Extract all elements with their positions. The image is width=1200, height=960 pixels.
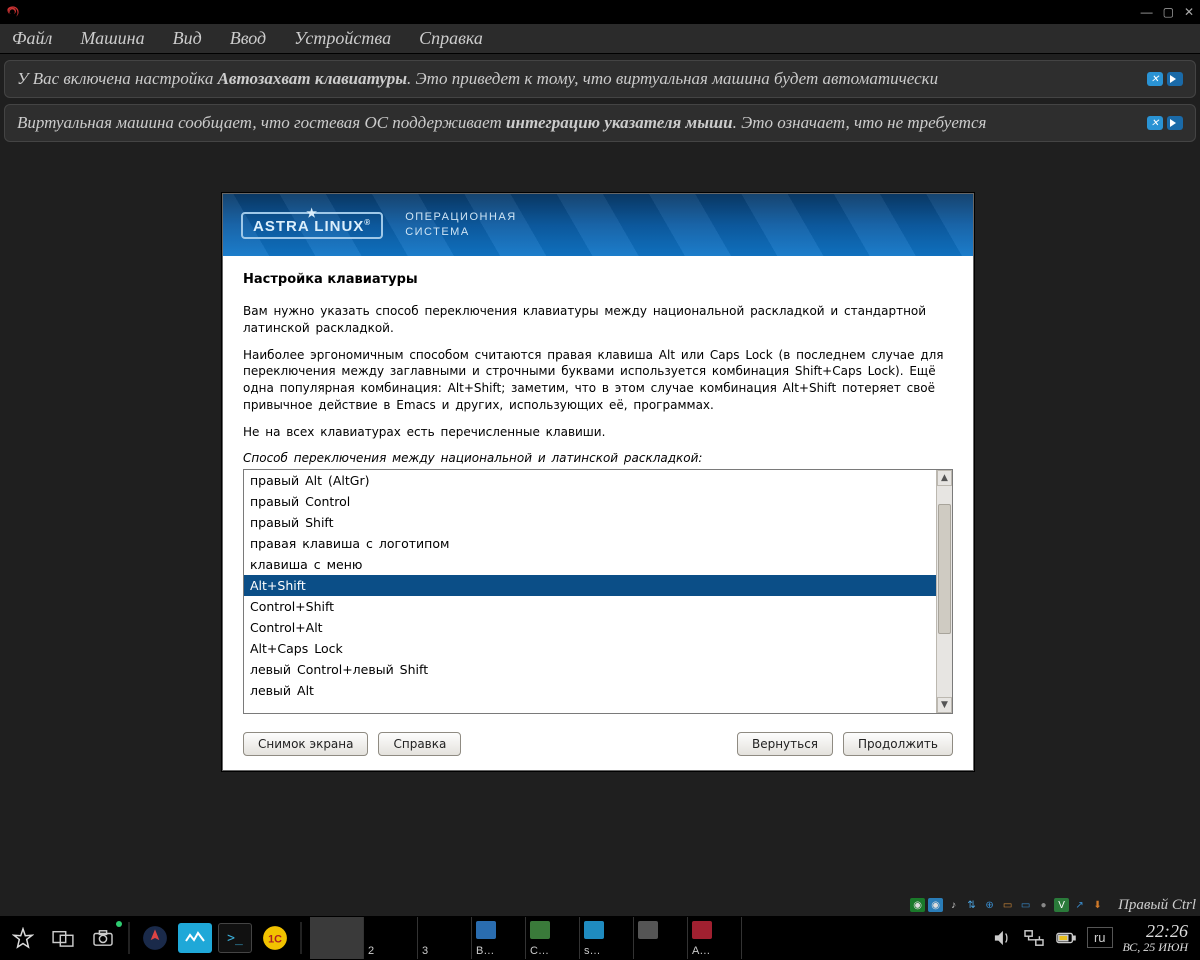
taskbar-task[interactable]: 3 xyxy=(418,917,472,959)
debian-icon xyxy=(6,5,20,19)
volume-icon[interactable] xyxy=(991,928,1013,948)
taskbar-task[interactable] xyxy=(634,917,688,959)
list-item[interactable]: Alt+Caps Lock xyxy=(244,638,936,659)
terminal-icon[interactable]: >_ xyxy=(218,923,252,953)
status-cpu-icon: V xyxy=(1054,898,1069,912)
menu-view[interactable]: Вид xyxy=(173,28,202,49)
layout-switch-listbox[interactable]: правый Alt (AltGr)правый Controlправый S… xyxy=(243,469,953,714)
astra-linux-logo: ★ ASTRA LINUX® xyxy=(241,212,383,239)
status-shared-folders-icon: ▭ xyxy=(1000,898,1015,912)
status-keyboard-icon: ⬇ xyxy=(1090,898,1105,912)
list-item[interactable]: левый Control+левый Shift xyxy=(244,659,936,680)
list-item[interactable]: Control+Shift xyxy=(244,596,936,617)
scrollbar[interactable]: ▲ ▼ xyxy=(936,470,952,713)
list-item[interactable]: правый Alt (AltGr) xyxy=(244,470,936,491)
taskbar-task[interactable]: s… xyxy=(580,917,634,959)
taskbar-task[interactable]: C… xyxy=(526,917,580,959)
notification-mouse-integration: Виртуальная машина сообщает, что гостева… xyxy=(4,104,1196,142)
clock[interactable]: 22:26 ВС, 25 ИЮН xyxy=(1123,922,1195,955)
installer-paragraph: Не на всех клавиатурах есть перечисленны… xyxy=(243,424,953,441)
installer-prompt: Способ переключения между национальной и… xyxy=(243,451,953,465)
taskbar-task[interactable] xyxy=(310,917,364,959)
monitor-icon[interactable] xyxy=(178,923,212,953)
status-hdd-icon: ◉ xyxy=(910,898,925,912)
network-tray-icon[interactable] xyxy=(1023,928,1045,948)
menu-machine[interactable]: Машина xyxy=(80,28,144,49)
status-audio-icon: ♪ xyxy=(946,898,961,912)
continue-button[interactable]: Продолжить xyxy=(843,732,953,756)
camera-icon[interactable] xyxy=(86,923,120,953)
installer-window: ★ ASTRA LINUX® ОПЕРАЦИОННАЯ СИСТЕМА Наст… xyxy=(222,193,974,771)
start-menu-icon[interactable] xyxy=(6,923,40,953)
host-key-indicator: Правый Ctrl xyxy=(1118,897,1196,914)
banner-expand-icon[interactable] xyxy=(1167,116,1183,130)
menu-devices[interactable]: Устройства xyxy=(294,28,391,49)
menu-input[interactable]: Ввод xyxy=(230,28,266,49)
list-item[interactable]: левый Alt xyxy=(244,680,936,701)
taskbar-task[interactable]: B… xyxy=(472,917,526,959)
taskbar-task[interactable]: A… xyxy=(688,917,742,959)
list-item[interactable]: Alt+Shift xyxy=(244,575,936,596)
status-display-icon: ▭ xyxy=(1018,898,1033,912)
maximize-button[interactable]: ▢ xyxy=(1163,5,1174,19)
installer-paragraph: Наиболее эргономичным способом считаются… xyxy=(243,347,953,414)
list-item[interactable]: клавиша с меню xyxy=(244,554,936,575)
windows-overview-icon[interactable] xyxy=(46,923,80,953)
list-item[interactable]: Control+Alt xyxy=(244,617,936,638)
battery-icon[interactable] xyxy=(1055,928,1077,948)
installer-title: Настройка клавиатуры xyxy=(243,272,953,287)
status-mouse-icon: ↗ xyxy=(1072,898,1087,912)
menu-file[interactable]: Файл xyxy=(12,28,52,49)
scroll-down-icon[interactable]: ▼ xyxy=(937,697,952,713)
close-button[interactable]: ✕ xyxy=(1184,5,1194,19)
installer-header: ★ ASTRA LINUX® ОПЕРАЦИОННАЯ СИСТЕМА xyxy=(223,194,973,256)
svg-text:1C: 1C xyxy=(268,933,282,945)
list-item[interactable]: правый Control xyxy=(244,491,936,512)
1c-icon[interactable]: 1C xyxy=(258,923,292,953)
status-optical-icon: ◉ xyxy=(928,898,943,912)
status-network-icon: ⇅ xyxy=(964,898,979,912)
status-recording-icon: ● xyxy=(1036,898,1051,912)
list-item[interactable]: правая клавиша с логотипом xyxy=(244,533,936,554)
minimize-button[interactable]: — xyxy=(1141,5,1153,19)
status-usb-icon: ⊕ xyxy=(982,898,997,912)
language-indicator[interactable]: ru xyxy=(1087,927,1113,948)
banner-dismiss-icon[interactable]: ✕ xyxy=(1147,116,1163,130)
host-titlebar: — ▢ ✕ xyxy=(0,0,1200,24)
installer-paragraph: Вам нужно указать способ переключения кл… xyxy=(243,303,953,337)
host-menubar: Файл Машина Вид Ввод Устройства Справка xyxy=(0,24,1200,54)
back-button[interactable]: Вернуться xyxy=(737,732,833,756)
virtualbox-status-bar: ◉ ◉ ♪ ⇅ ⊕ ▭ ▭ ● V ↗ ⬇ Правый Ctrl xyxy=(910,896,1196,914)
scroll-thumb[interactable] xyxy=(938,504,951,634)
browser-icon[interactable] xyxy=(138,923,172,953)
taskbar-task[interactable]: 2 xyxy=(364,917,418,959)
notification-keyboard-capture: У Вас включена настройка Автозахват клав… xyxy=(4,60,1196,98)
scroll-up-icon[interactable]: ▲ xyxy=(937,470,952,486)
screenshot-button[interactable]: Снимок экрана xyxy=(243,732,368,756)
help-button[interactable]: Справка xyxy=(378,732,461,756)
host-taskbar: >_ 1C 23B…C…s… A… ru 22:26 ВС, 25 ИЮН xyxy=(0,916,1200,960)
menu-help[interactable]: Справка xyxy=(419,28,483,49)
brand-subtitle: ОПЕРАЦИОННАЯ СИСТЕМА xyxy=(405,210,517,240)
banner-expand-icon[interactable] xyxy=(1167,72,1183,86)
list-item[interactable]: правый Shift xyxy=(244,512,936,533)
banner-dismiss-icon[interactable]: ✕ xyxy=(1147,72,1163,86)
